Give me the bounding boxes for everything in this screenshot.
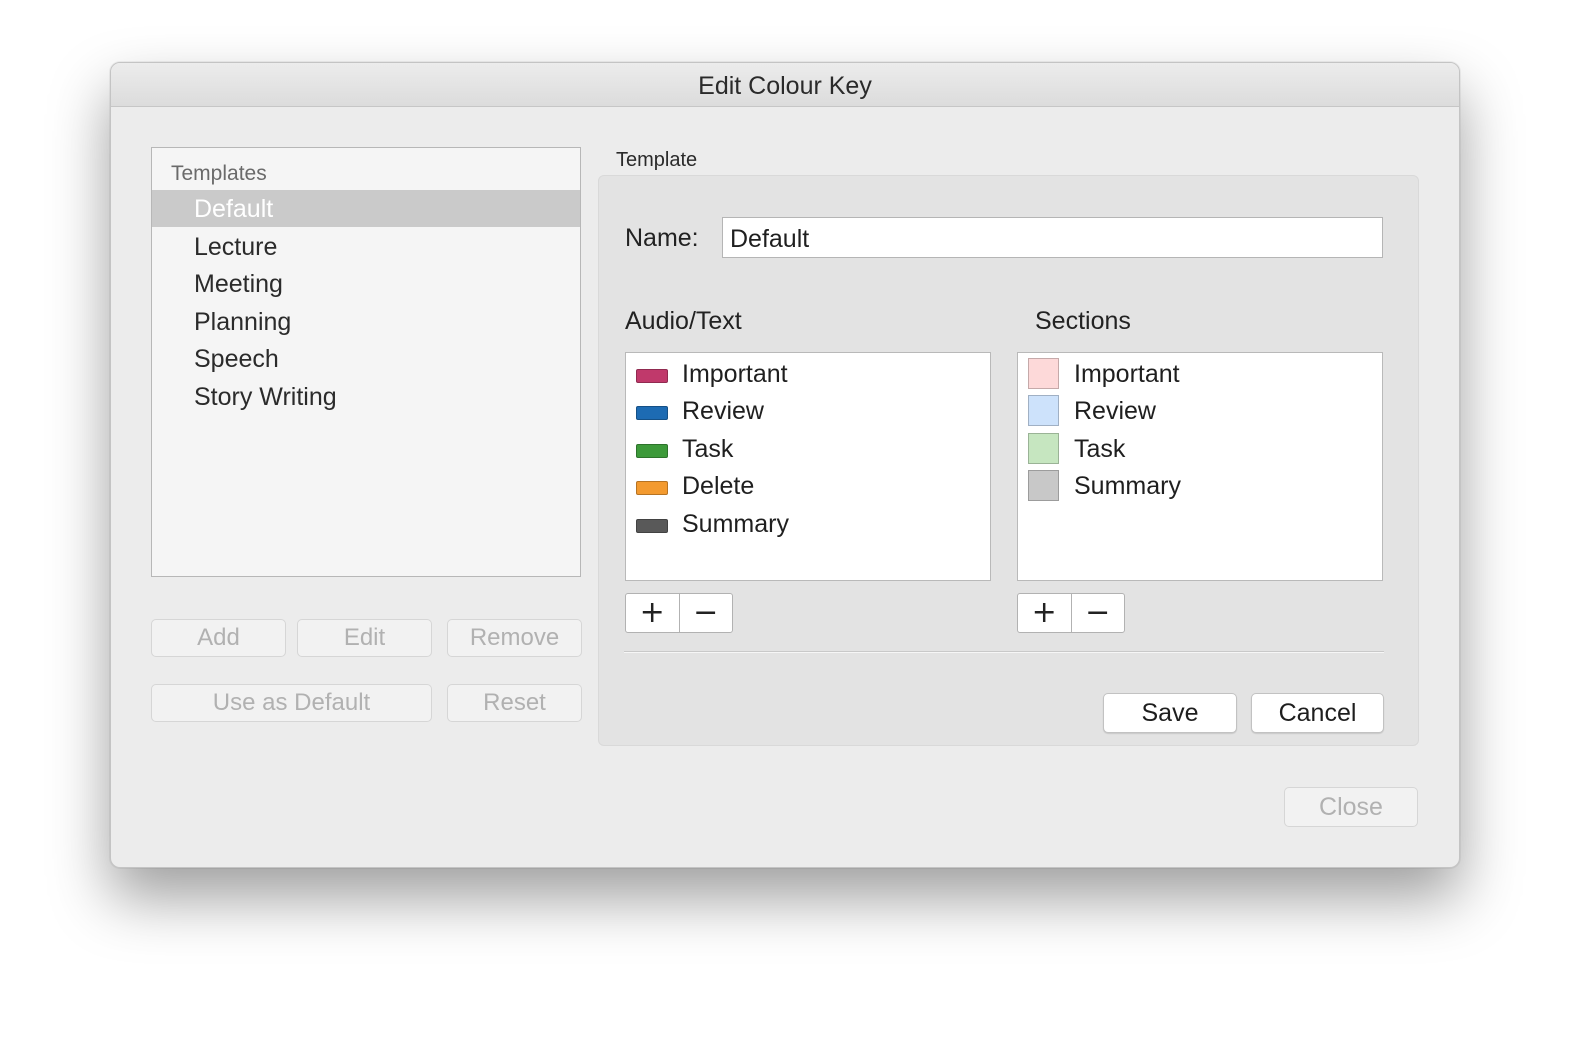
close-button[interactable]: Close [1284, 787, 1418, 827]
sections-item-label: Important [1074, 360, 1180, 388]
sections-item-label: Task [1074, 435, 1126, 463]
audio-text-item-label: Summary [682, 510, 789, 538]
audio-text-item-task[interactable]: Task [626, 431, 990, 468]
sections-item-review[interactable]: Review [1018, 393, 1382, 430]
template-item-story-writing[interactable]: Story Writing [152, 378, 580, 415]
audio-text-heading: Audio/Text [625, 307, 742, 335]
reset-button[interactable]: Reset [447, 684, 582, 722]
important-colour-swatch [636, 369, 668, 383]
sections-remove-button[interactable]: − [1072, 594, 1125, 632]
sections-item-important[interactable]: Important [1018, 356, 1382, 393]
edit-template-button[interactable]: Edit [297, 619, 432, 657]
review-section-swatch [1028, 395, 1059, 426]
audio-text-item-delete[interactable]: Delete [626, 468, 990, 505]
template-item-planning[interactable]: Planning [152, 303, 580, 340]
templates-list-header: Templates [171, 162, 267, 185]
summary-colour-swatch [636, 519, 668, 533]
sections-list[interactable]: Important Review Task Summary [1017, 352, 1383, 581]
audio-text-item-summary[interactable]: Summary [626, 506, 990, 543]
edit-colour-key-window: Edit Colour Key Templates Default Lectur… [110, 62, 1460, 868]
template-item-speech[interactable]: Speech [152, 340, 580, 377]
template-group-label: Template [616, 149, 698, 171]
audio-text-add-remove-group: + − [625, 593, 733, 633]
sections-add-remove-group: + − [1017, 593, 1125, 633]
cancel-button[interactable]: Cancel [1251, 693, 1384, 733]
sections-item-label: Summary [1074, 472, 1181, 500]
template-group-box: Name: Default Audio/Text Important Revie… [598, 175, 1419, 746]
use-as-default-button[interactable]: Use as Default [151, 684, 432, 722]
sections-heading: Sections [1035, 307, 1131, 335]
remove-template-button[interactable]: Remove [447, 619, 582, 657]
audio-text-list[interactable]: Important Review Task Delete Summary [625, 352, 991, 581]
summary-section-swatch [1028, 470, 1059, 501]
task-colour-swatch [636, 444, 668, 458]
save-button[interactable]: Save [1103, 693, 1237, 733]
separator [624, 651, 1384, 653]
audio-text-item-label: Review [682, 397, 764, 425]
sections-item-task[interactable]: Task [1018, 431, 1382, 468]
template-item-default[interactable]: Default [152, 190, 580, 227]
audio-text-add-button[interactable]: + [626, 594, 680, 632]
audio-text-remove-button[interactable]: − [680, 594, 733, 632]
sections-add-button[interactable]: + [1018, 594, 1072, 632]
delete-colour-swatch [636, 481, 668, 495]
name-label: Name: [625, 224, 699, 252]
window-title: Edit Colour Key [111, 63, 1459, 107]
audio-text-item-important[interactable]: Important [626, 356, 990, 393]
template-name-field[interactable]: Default [722, 217, 1383, 258]
template-item-lecture[interactable]: Lecture [152, 228, 580, 265]
audio-text-item-review[interactable]: Review [626, 393, 990, 430]
task-section-swatch [1028, 433, 1059, 464]
templates-list[interactable]: Templates Default Lecture Meeting Planni… [151, 147, 581, 577]
add-template-button[interactable]: Add [151, 619, 286, 657]
template-item-meeting[interactable]: Meeting [152, 265, 580, 302]
sections-item-label: Review [1074, 397, 1156, 425]
audio-text-item-label: Task [682, 435, 734, 463]
important-section-swatch [1028, 358, 1059, 389]
audio-text-item-label: Important [682, 360, 788, 388]
sections-item-summary[interactable]: Summary [1018, 468, 1382, 505]
review-colour-swatch [636, 406, 668, 420]
audio-text-item-label: Delete [682, 472, 755, 500]
